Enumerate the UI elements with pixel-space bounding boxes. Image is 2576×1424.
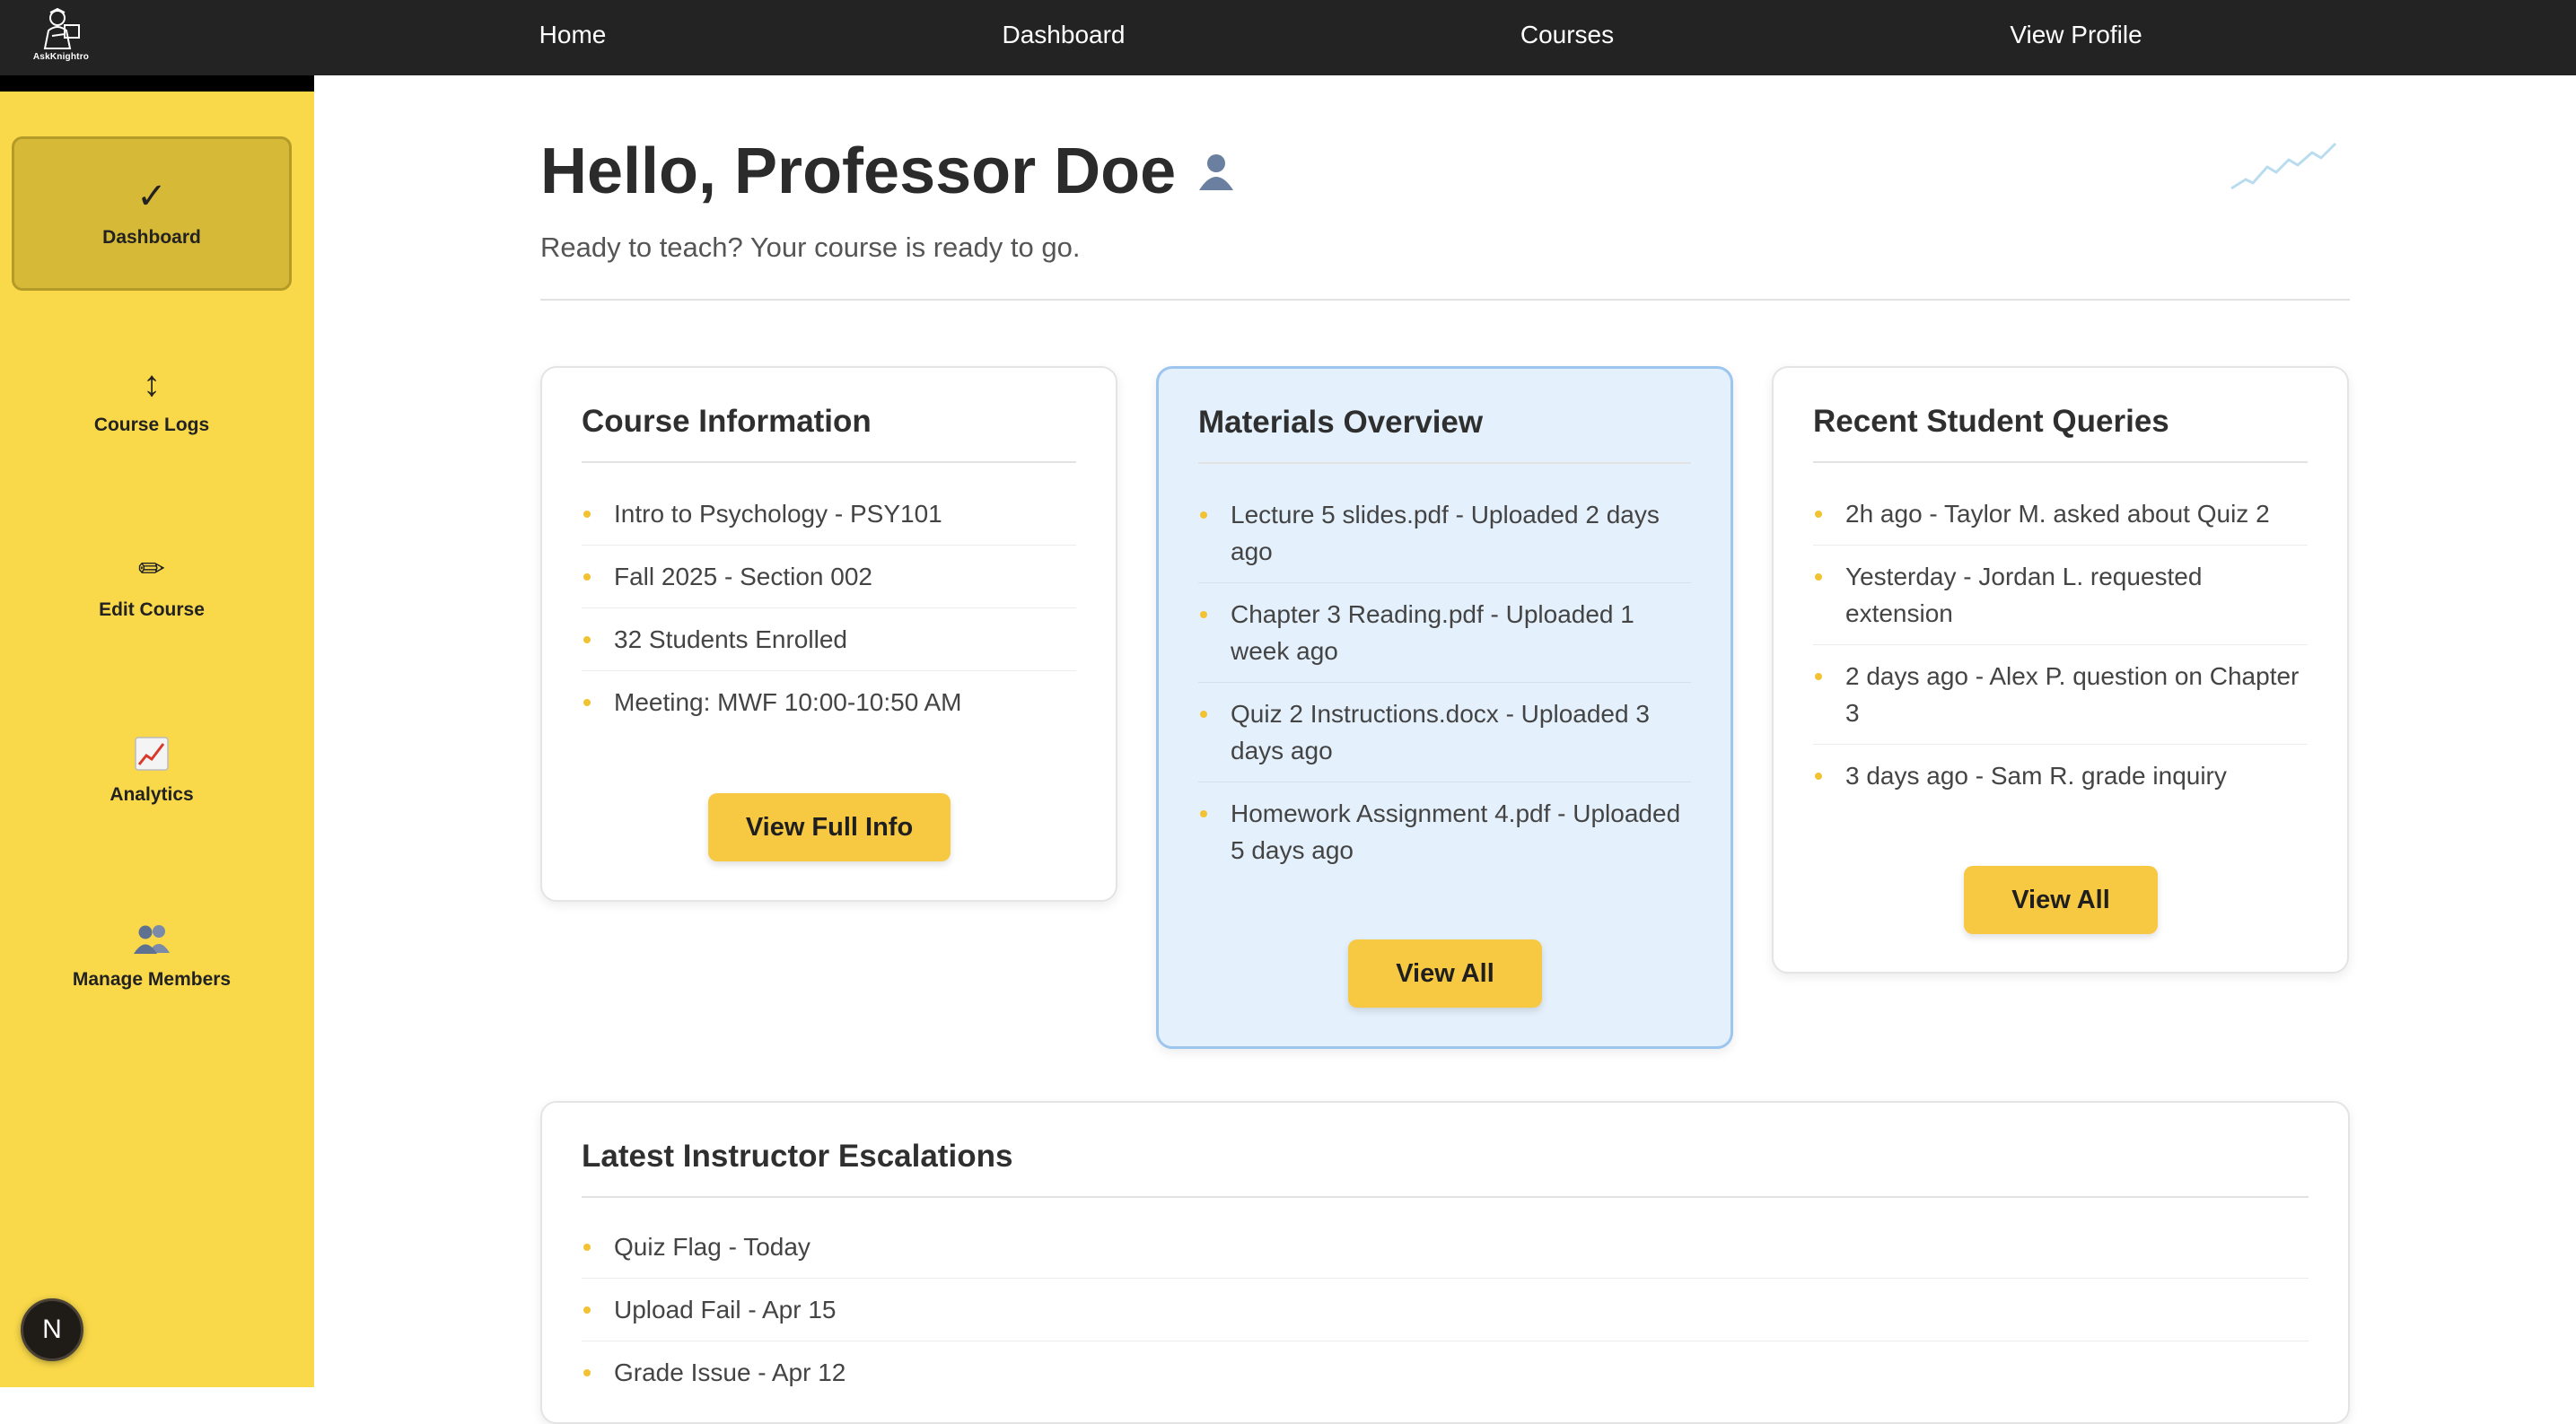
list-item: Intro to Psychology - PSY101 <box>582 483 1076 546</box>
list-item: 2 days ago - Alex P. question on Chapter… <box>1813 645 2308 745</box>
list-item: Meeting: MWF 10:00-10:50 AM <box>582 671 1076 733</box>
recent-student-queries-card: Recent Student Queries 2h ago - Taylor M… <box>1772 366 2349 974</box>
materials-view-all-button[interactable]: View All <box>1348 939 1542 1008</box>
course-information-card: Course Information Intro to Psychology -… <box>540 366 1117 902</box>
sidebar-item-label: Course Logs <box>93 415 210 435</box>
card-title: Course Information <box>582 404 1076 463</box>
sidebar-item-dashboard[interactable]: ✓ Dashboard <box>12 136 292 291</box>
list-item: Fall 2025 - Section 002 <box>582 546 1076 608</box>
list-item: Quiz 2 Instructions.docx - Uploaded 3 da… <box>1198 683 1691 782</box>
people-icon <box>132 915 171 962</box>
nav-dashboard-link[interactable]: Dashboard <box>1003 0 1126 70</box>
card-title: Latest Instructor Escalations <box>582 1139 2309 1198</box>
list-item: 32 Students Enrolled <box>582 608 1076 671</box>
top-navbar: AskKnightro Home Dashboard Courses View … <box>0 0 2576 75</box>
list-item: Homework Assignment 4.pdf - Uploaded 5 d… <box>1198 782 1691 881</box>
queries-list: 2h ago - Taylor M. asked about Quiz 2 Ye… <box>1813 483 2308 807</box>
chart-increasing-icon <box>134 730 170 777</box>
list-item: 2h ago - Taylor M. asked about Quiz 2 <box>1813 483 2308 546</box>
app-logo[interactable]: AskKnightro <box>31 7 92 66</box>
list-item: Grade Issue - Apr 12 <box>582 1341 2309 1403</box>
up-down-arrow-icon: ↕ <box>143 364 161 404</box>
nav-view-profile-link[interactable]: View Profile <box>2010 0 2142 70</box>
escalations-list: Quiz Flag - Today Upload Fail - Apr 15 G… <box>582 1216 2309 1403</box>
page-subtitle: Ready to teach? Your course is ready to … <box>540 232 1081 263</box>
greeting-text: Hello, Professor Doe <box>540 135 1177 207</box>
sidebar-top-strip <box>0 75 314 92</box>
person-icon <box>1199 154 1234 190</box>
sidebar-item-label: Edit Course <box>99 599 205 620</box>
list-item: Chapter 3 Reading.pdf - Uploaded 1 week … <box>1198 583 1691 683</box>
list-item: Lecture 5 slides.pdf - Uploaded 2 days a… <box>1198 484 1691 583</box>
n-badge-button[interactable]: N <box>21 1298 83 1361</box>
sidebar-item-label: Analytics <box>110 784 194 805</box>
sidebar-item-label: Dashboard <box>102 227 201 248</box>
nav-home-link[interactable]: Home <box>539 0 607 70</box>
sidebar-item-course-logs[interactable]: ↕ Course Logs <box>12 361 292 515</box>
page-title: Hello, Professor Doe <box>540 135 1237 208</box>
trend-line-icon <box>2230 142 2337 190</box>
materials-overview-card: Materials Overview Lecture 5 slides.pdf … <box>1156 366 1733 1049</box>
queries-view-all-button[interactable]: View All <box>1964 866 2158 934</box>
nav-courses-link[interactable]: Courses <box>1520 0 1614 70</box>
list-item: Yesterday - Jordan L. requested extensio… <box>1813 546 2308 645</box>
materials-list: Lecture 5 slides.pdf - Uploaded 2 days a… <box>1198 484 1691 881</box>
sidebar-item-manage-members[interactable]: Manage Members <box>12 915 292 1070</box>
header-divider <box>540 299 2350 301</box>
latest-instructor-escalations-card: Latest Instructor Escalations Quiz Flag … <box>540 1101 2350 1424</box>
card-title: Materials Overview <box>1198 405 1691 464</box>
sidebar-item-edit-course[interactable]: ✏ Edit Course <box>12 546 292 700</box>
list-item: Upload Fail - Apr 15 <box>582 1279 2309 1341</box>
knight-logo-icon <box>43 7 80 49</box>
course-info-list: Intro to Psychology - PSY101 Fall 2025 -… <box>582 483 1076 733</box>
card-title: Recent Student Queries <box>1813 404 2308 463</box>
checkmark-icon: ✓ <box>136 177 167 216</box>
list-item: Quiz Flag - Today <box>582 1216 2309 1279</box>
list-item: 3 days ago - Sam R. grade inquiry <box>1813 745 2308 807</box>
pencil-icon: ✏ <box>137 550 166 587</box>
view-full-info-button[interactable]: View Full Info <box>708 793 951 861</box>
sidebar-item-label: Manage Members <box>72 969 232 990</box>
sidebar-item-analytics[interactable]: Analytics <box>12 730 292 885</box>
logo-text: AskKnightro <box>32 52 90 62</box>
